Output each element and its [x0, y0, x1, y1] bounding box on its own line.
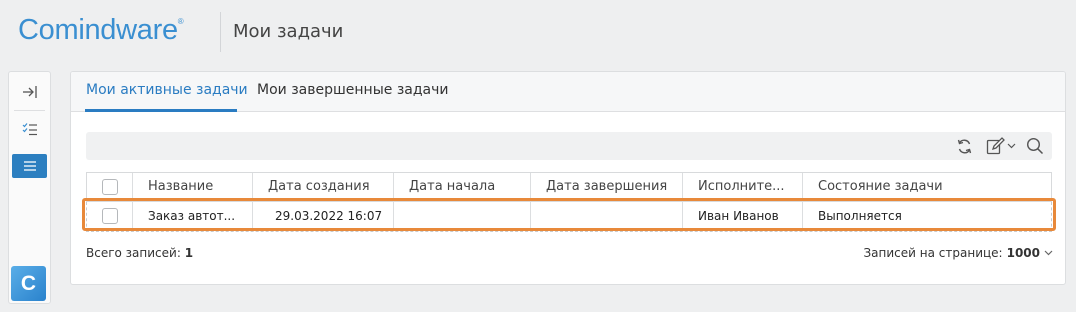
column-header-name[interactable]: Название	[148, 179, 213, 194]
menu-button[interactable]	[12, 154, 47, 178]
logo-registered-mark: ®	[177, 17, 184, 26]
table-row[interactable]: Заказ автот... 29.03.2022 16:07 Иван Ива…	[86, 202, 1052, 232]
column-separator	[393, 173, 394, 201]
refresh-button[interactable]	[956, 136, 973, 156]
grid-header: Название Дата создания Дата начала Дата …	[86, 172, 1052, 202]
column-separator	[132, 173, 133, 201]
column-separator	[252, 202, 253, 231]
task-list-icon	[22, 123, 37, 136]
column-header-assignee[interactable]: Исполните...	[698, 179, 798, 194]
search-icon	[1026, 137, 1044, 155]
column-separator	[802, 173, 803, 201]
total-records-value: 1	[184, 246, 194, 260]
refresh-icon	[957, 139, 972, 153]
app-header: Comindware® Мои задачи	[0, 0, 1076, 64]
column-separator	[530, 173, 531, 201]
page-size-value: 1000	[1006, 246, 1040, 260]
select-all-checkbox[interactable]	[102, 179, 118, 195]
app-logo[interactable]: C	[11, 266, 46, 301]
edit-menu-button[interactable]	[986, 136, 1016, 156]
tasks-panel: Мои активные задачи Мои завершенные зада…	[70, 71, 1066, 285]
cell-assignee: Иван Иванов	[698, 209, 779, 223]
comindware-logo[interactable]: Comindware®	[18, 14, 184, 47]
tab-completed-tasks[interactable]: Мои завершенные задачи	[257, 82, 448, 98]
column-separator	[132, 202, 133, 231]
column-separator	[682, 202, 683, 231]
total-records-label: Всего записей:	[86, 246, 181, 260]
search-button[interactable]	[1026, 136, 1044, 156]
grid-toolbar	[86, 132, 1052, 160]
expand-panel-icon	[22, 86, 37, 98]
cell-status: Выполняется	[818, 209, 902, 223]
tab-active-tasks[interactable]: Мои активные задачи	[86, 82, 248, 98]
column-separator	[682, 173, 683, 201]
header-divider	[220, 12, 221, 52]
cell-name[interactable]: Заказ автот...	[148, 209, 248, 223]
page-size-selector[interactable]: Записей на странице: 1000	[863, 246, 1053, 260]
active-tab-indicator	[85, 109, 237, 112]
logo-text: Comindware	[18, 14, 178, 46]
page-title: Мои задачи	[233, 21, 344, 42]
left-sidebar: C	[8, 71, 51, 304]
column-header-start[interactable]: Дата начала	[409, 179, 495, 194]
column-header-status[interactable]: Состояние задачи	[818, 179, 943, 194]
cell-created: 29.03.2022 16:07	[275, 209, 383, 223]
chevron-down-icon	[1044, 250, 1053, 256]
sidebar-divider	[14, 110, 45, 111]
expand-panel-button[interactable]	[12, 80, 47, 104]
page-size-label: Записей на странице:	[863, 246, 1003, 260]
chevron-down-icon	[1007, 143, 1016, 149]
column-header-end[interactable]: Дата завершения	[546, 179, 667, 194]
column-separator	[530, 202, 531, 231]
row-checkbox[interactable]	[102, 208, 118, 224]
task-list-button[interactable]	[12, 117, 47, 141]
column-separator	[802, 202, 803, 231]
column-separator	[252, 173, 253, 201]
column-header-created[interactable]: Дата создания	[268, 179, 370, 194]
tab-bar: Мои активные задачи Мои завершенные зада…	[71, 72, 1065, 112]
menu-icon	[23, 161, 36, 171]
column-separator	[393, 202, 394, 231]
edit-icon	[986, 137, 1005, 155]
total-records: Всего записей: 1	[86, 246, 193, 260]
